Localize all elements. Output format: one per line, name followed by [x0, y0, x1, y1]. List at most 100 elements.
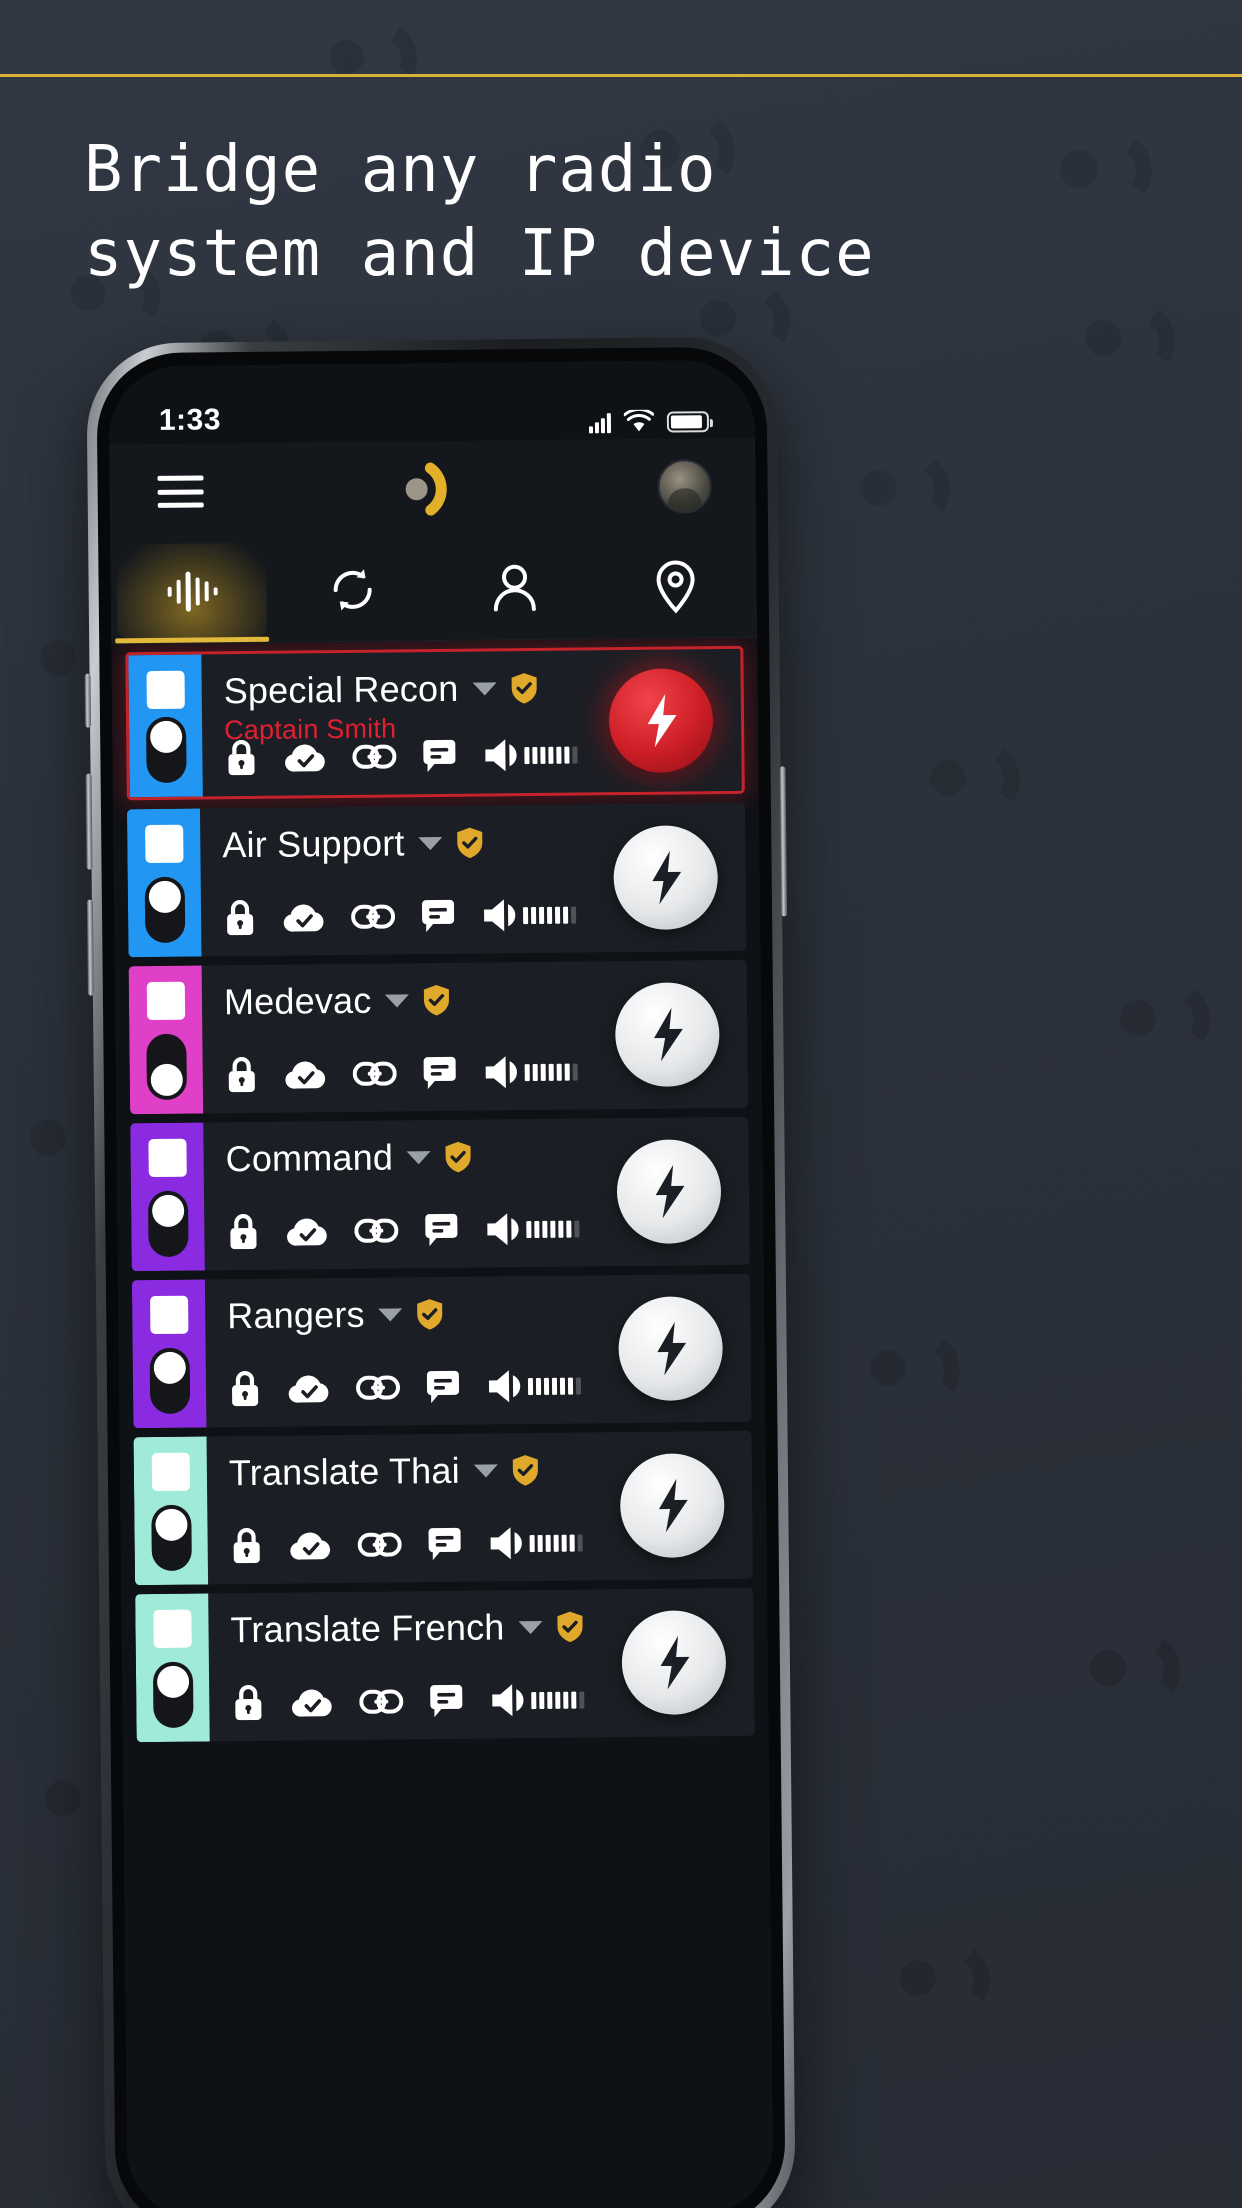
hamburger-menu-icon[interactable]: [157, 475, 204, 508]
channel-row[interactable]: Rangers: [131, 1273, 752, 1429]
link-icon[interactable]: [356, 1374, 401, 1400]
channel-name: Command: [225, 1136, 394, 1180]
chevron-down-icon[interactable]: [472, 681, 497, 696]
push-to-talk-button[interactable]: [619, 1453, 725, 1559]
link-icon[interactable]: [352, 743, 397, 769]
verified-shield-icon: [456, 827, 483, 859]
chevron-down-icon[interactable]: [407, 1150, 432, 1164]
phone-mute-switch: [84, 673, 92, 728]
speaker-icon[interactable]: [481, 896, 521, 934]
chevron-down-icon[interactable]: [518, 1620, 543, 1634]
speaker-icon[interactable]: [489, 1681, 529, 1719]
channel-power-toggle[interactable]: [145, 1033, 187, 1101]
lightning-bolt-icon: [660, 1635, 690, 1690]
channel-power-toggle[interactable]: [150, 1504, 192, 1572]
volume-level-bars[interactable]: [524, 746, 578, 764]
lock-icon[interactable]: [231, 1683, 265, 1723]
status-bar: 1:33: [108, 359, 756, 445]
channel-checkbox[interactable]: [149, 1295, 188, 1335]
volume-level-bars[interactable]: [529, 1534, 583, 1552]
user-avatar[interactable]: [657, 459, 712, 514]
tab-contacts[interactable]: [433, 535, 596, 640]
link-icon[interactable]: [352, 1060, 397, 1086]
speaker-icon[interactable]: [483, 1053, 523, 1091]
speaker-icon[interactable]: [487, 1524, 527, 1562]
channel-row[interactable]: Translate French: [135, 1587, 755, 1743]
chevron-down-icon[interactable]: [378, 1307, 403, 1322]
cloud-check-icon[interactable]: [290, 1529, 332, 1561]
channel-power-toggle[interactable]: [145, 716, 187, 784]
channel-row[interactable]: Command: [130, 1116, 750, 1272]
link-icon[interactable]: [351, 903, 396, 929]
cloud-check-icon[interactable]: [291, 1686, 333, 1718]
wifi-icon: [623, 409, 655, 432]
channel-checkbox[interactable]: [152, 1609, 192, 1649]
lock-icon[interactable]: [228, 1369, 262, 1409]
push-to-talk-button[interactable]: [614, 982, 720, 1088]
verified-shield-icon: [423, 984, 450, 1016]
cellular-signal-icon: [588, 411, 612, 434]
promo-headline: Bridge any radio system and IP device: [84, 133, 875, 291]
chevron-down-icon[interactable]: [418, 836, 443, 850]
lock-icon[interactable]: [229, 1526, 263, 1566]
chat-bubble-icon[interactable]: [426, 1369, 460, 1405]
speaker-icon[interactable]: [484, 1210, 524, 1248]
volume-level-bars[interactable]: [522, 906, 577, 924]
push-to-talk-button[interactable]: [621, 1610, 727, 1716]
volume-level-bars[interactable]: [527, 1377, 582, 1395]
lightning-bolt-icon: [658, 1478, 688, 1533]
volume-level-bars[interactable]: [526, 1220, 580, 1238]
lock-icon[interactable]: [225, 1055, 259, 1095]
lock-icon[interactable]: [224, 738, 258, 778]
channel-row[interactable]: Air Support: [126, 802, 747, 958]
channel-feature-icons: [228, 1366, 582, 1410]
push-to-talk-button[interactable]: [608, 668, 714, 774]
channel-checkbox[interactable]: [146, 981, 185, 1021]
verified-shield-icon: [556, 1611, 583, 1643]
channel-name: Special Recon: [223, 667, 459, 712]
chat-bubble-icon[interactable]: [421, 898, 455, 934]
chevron-down-icon[interactable]: [473, 1463, 498, 1478]
channel-color-strip: [135, 1593, 210, 1743]
speaker-icon[interactable]: [486, 1367, 526, 1405]
volume-level-bars[interactable]: [524, 1063, 578, 1081]
channel-checkbox[interactable]: [151, 1452, 190, 1492]
chat-bubble-icon[interactable]: [422, 738, 456, 774]
channel-checkbox[interactable]: [147, 1138, 187, 1178]
chat-bubble-icon[interactable]: [427, 1526, 461, 1562]
chat-bubble-icon[interactable]: [424, 1212, 458, 1248]
chat-bubble-icon[interactable]: [429, 1683, 463, 1719]
link-icon[interactable]: [357, 1531, 402, 1557]
channel-list[interactable]: Special Recon Captain Smith Air Support …: [111, 637, 774, 2208]
channel-power-toggle[interactable]: [147, 1190, 189, 1258]
tab-sync[interactable]: [272, 537, 435, 642]
volume-level-bars[interactable]: [531, 1691, 585, 1709]
channel-checkbox[interactable]: [144, 824, 184, 864]
lock-icon[interactable]: [226, 1212, 260, 1252]
tab-map[interactable]: [595, 534, 758, 639]
channel-power-toggle[interactable]: [149, 1347, 190, 1415]
cloud-check-icon[interactable]: [286, 1215, 328, 1247]
speaker-icon[interactable]: [482, 736, 522, 774]
channel-row[interactable]: Medevac: [128, 959, 749, 1115]
lock-icon[interactable]: [223, 898, 257, 938]
cloud-check-icon[interactable]: [284, 741, 326, 773]
channel-row[interactable]: Translate Thai: [133, 1430, 754, 1586]
push-to-talk-button[interactable]: [616, 1139, 722, 1245]
link-icon[interactable]: [354, 1217, 399, 1243]
cloud-check-icon[interactable]: [285, 1058, 327, 1090]
channel-name: Rangers: [227, 1293, 365, 1337]
push-to-talk-button[interactable]: [613, 825, 719, 931]
link-icon[interactable]: [359, 1688, 404, 1714]
channel-checkbox[interactable]: [146, 670, 185, 710]
tab-channels[interactable]: [110, 539, 273, 644]
location-pin-icon: [656, 560, 695, 613]
chat-bubble-icon[interactable]: [423, 1055, 457, 1091]
channel-power-toggle[interactable]: [152, 1661, 194, 1729]
chevron-down-icon[interactable]: [385, 993, 410, 1008]
channel-power-toggle[interactable]: [144, 876, 185, 944]
push-to-talk-button[interactable]: [618, 1296, 724, 1402]
cloud-check-icon[interactable]: [288, 1372, 330, 1404]
channel-row[interactable]: Special Recon Captain Smith: [125, 645, 745, 801]
cloud-check-icon[interactable]: [283, 901, 325, 933]
